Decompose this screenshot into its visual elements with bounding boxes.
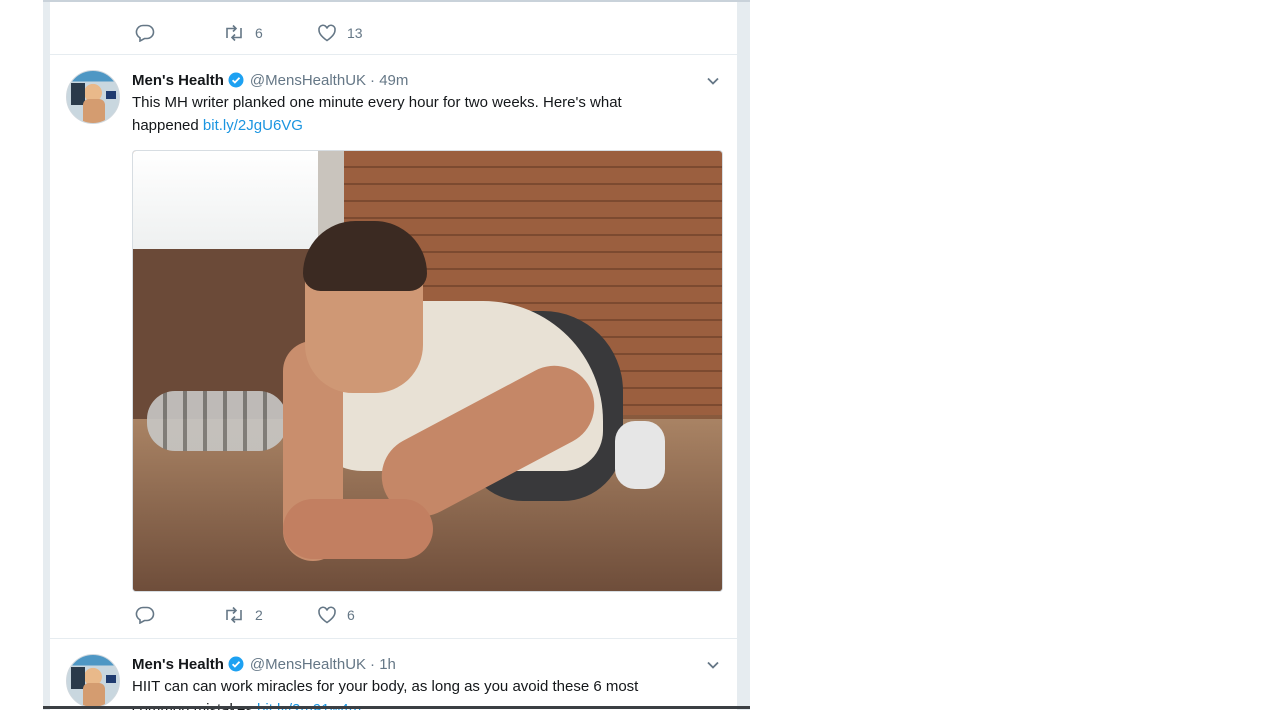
like-count: 13	[347, 25, 363, 41]
like-button[interactable]: 13	[317, 24, 363, 42]
avatar[interactable]	[66, 70, 120, 124]
tweet-header: Men's Health @MensHealthUK · 1h	[132, 654, 396, 674]
chevron-down-icon[interactable]	[706, 658, 720, 672]
retweet-count: 6	[255, 25, 263, 41]
avatar[interactable]	[66, 654, 120, 708]
retweet-icon	[223, 24, 245, 42]
heart-icon	[317, 606, 337, 624]
like-button[interactable]: 6	[317, 606, 355, 624]
timeline-column: 6 13 Men's Health @MensHealthUK · 49m Th…	[50, 2, 737, 710]
tweet-link[interactable]: bit.ly/2JgU6VG	[203, 117, 303, 134]
verified-badge-icon	[228, 72, 244, 88]
author-handle[interactable]: @MensHealthUK	[250, 72, 366, 89]
author-name[interactable]: Men's Health	[132, 656, 224, 673]
chevron-down-icon[interactable]	[706, 74, 720, 88]
tweet-divider	[50, 638, 737, 639]
heart-icon	[317, 24, 337, 42]
retweet-button[interactable]: 2	[223, 606, 263, 624]
tweet[interactable]: Men's Health @MensHealthUK · 1h HIIT can…	[50, 654, 737, 710]
reply-icon	[135, 24, 155, 42]
tweet-text: This MH writer planked one minute every …	[132, 91, 692, 137]
tweet-text: HIIT can can work miracles for your body…	[132, 675, 692, 710]
reply-button[interactable]	[135, 24, 155, 42]
verified-badge-icon	[228, 656, 244, 672]
bottom-edge	[43, 706, 750, 709]
author-name[interactable]: Men's Health	[132, 72, 224, 89]
retweet-count: 2	[255, 607, 263, 623]
like-count: 6	[347, 607, 355, 623]
tweet-header: Men's Health @MensHealthUK · 49m	[132, 70, 408, 90]
tweet-actions: 2 6	[135, 606, 435, 630]
retweet-button[interactable]: 6	[223, 24, 263, 42]
previous-tweet-actions: 6 13	[135, 24, 435, 48]
retweet-icon	[223, 606, 245, 624]
tweet-time[interactable]: · 1h	[370, 656, 396, 673]
tweet[interactable]: Men's Health @MensHealthUK · 49m This MH…	[50, 70, 737, 638]
timeline: 6 13 Men's Health @MensHealthUK · 49m Th…	[43, 0, 750, 710]
tweet-time[interactable]: · 49m	[370, 72, 408, 89]
reply-button[interactable]	[135, 606, 155, 624]
author-handle[interactable]: @MensHealthUK	[250, 656, 366, 673]
tweet-divider	[50, 54, 737, 55]
reply-icon	[135, 606, 155, 624]
tweet-media-image[interactable]	[132, 150, 723, 592]
